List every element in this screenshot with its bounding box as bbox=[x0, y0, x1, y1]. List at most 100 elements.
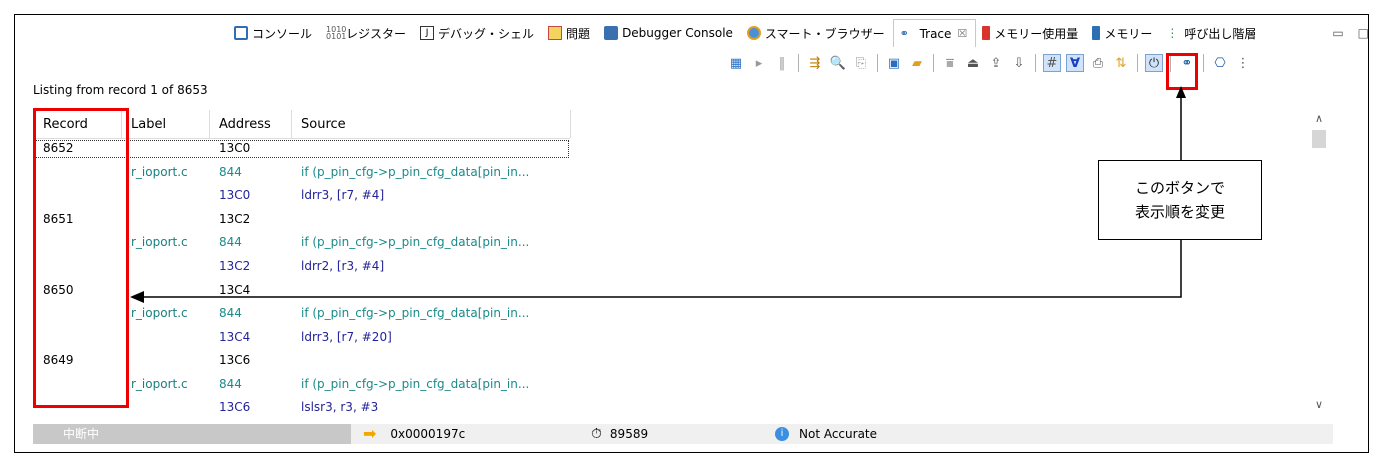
address-cell: 13C6 bbox=[219, 400, 251, 414]
tab-memory-usage[interactable]: メモリー使用量 bbox=[976, 19, 1086, 47]
tab-label: メモリー bbox=[1104, 26, 1153, 41]
trace-table: Record Label Address Source 8652 13C0 r_… bbox=[33, 110, 1333, 425]
maximize-button[interactable]: □ bbox=[1358, 26, 1369, 40]
console-icon bbox=[234, 26, 248, 40]
source-view-icon[interactable]: ⎙ bbox=[1089, 54, 1107, 72]
find-icon[interactable]: 🔍 bbox=[829, 54, 847, 72]
callout-line-2: 表示順を変更 bbox=[1134, 203, 1225, 221]
tab-label: レジスター bbox=[346, 26, 407, 41]
address-cell: 844 bbox=[219, 235, 242, 249]
minimize-button[interactable]: ▭ bbox=[1332, 26, 1343, 40]
source-cell: ldrr3, [r7, #20] bbox=[301, 330, 392, 344]
source-cell: if (p_pin_cfg->p_pin_cfg_data[pin_in... bbox=[301, 377, 530, 391]
window-controls: ▭ □ bbox=[1332, 26, 1369, 40]
open-folder-icon[interactable]: ▰ bbox=[908, 54, 926, 72]
cycle-status: ⏱ 89589 bbox=[591, 424, 648, 444]
scroll-thumb[interactable] bbox=[1312, 130, 1326, 148]
pin-view-icon[interactable]: ⎔ bbox=[1211, 54, 1229, 72]
column-divider[interactable] bbox=[291, 110, 292, 138]
source-cell: if (p_pin_cfg->p_pin_cfg_data[pin_in... bbox=[301, 306, 530, 320]
address-cell: 13C6 bbox=[219, 353, 251, 367]
collapse-icon[interactable]: ⏏ bbox=[964, 54, 982, 72]
label-cell: r_ioport.c bbox=[131, 377, 188, 391]
tab-label: Debugger Console bbox=[622, 26, 733, 40]
tab-console[interactable]: コンソール bbox=[228, 19, 320, 47]
resume-icon[interactable]: ▸ bbox=[750, 54, 768, 72]
toolbar-separator bbox=[933, 54, 934, 72]
source-cell: lslsr3, r3, #3 bbox=[301, 400, 379, 414]
tab-memory[interactable]: メモリー bbox=[1086, 19, 1160, 47]
tab-trace[interactable]: ⚭ Trace ☒ bbox=[892, 19, 977, 47]
tab-label: Trace bbox=[919, 26, 952, 41]
reverse-order-icon[interactable]: ⇅ bbox=[1112, 54, 1130, 72]
column-header-label[interactable]: Label bbox=[131, 110, 166, 138]
callout-box: このボタンで 表示順を変更 bbox=[1098, 160, 1262, 240]
import-icon[interactable]: ⇩ bbox=[1010, 54, 1028, 72]
debug-shell-icon: J bbox=[420, 26, 435, 40]
source-cell: ldrr3, [r7, #4] bbox=[301, 188, 385, 202]
pc-value: 0x0000197c bbox=[390, 427, 466, 441]
address-cell: 844 bbox=[219, 165, 242, 179]
address-cell: 13C0 bbox=[219, 188, 251, 202]
tab-label: コンソール bbox=[252, 26, 313, 41]
toolbar-separator bbox=[1035, 54, 1036, 72]
power-icon[interactable]: ⏻ bbox=[1145, 54, 1163, 72]
accuracy-value: Not Accurate bbox=[799, 427, 878, 441]
tab-label: 問題 bbox=[566, 26, 591, 41]
reverse-order-button-highlight bbox=[1166, 53, 1198, 90]
address-cell: 13C4 bbox=[219, 330, 251, 344]
status-bar: 中断中 ➡ 0x0000197c ⏱ 89589 i Not Accurate bbox=[33, 424, 1333, 444]
tab-register[interactable]: 1010 0101 レジスター bbox=[320, 19, 414, 47]
toolbar-separator bbox=[877, 54, 878, 72]
column-divider[interactable] bbox=[209, 110, 210, 138]
call-hierarchy-icon: ⋮ bbox=[1166, 26, 1179, 40]
tab-problems[interactable]: 問題 bbox=[542, 19, 598, 47]
tab-call-hierarchy[interactable]: ⋮ 呼び出し階層 bbox=[1160, 19, 1264, 47]
export-icon[interactable]: ⇪ bbox=[987, 54, 1005, 72]
label-cell: r_ioport.c bbox=[131, 306, 188, 320]
column-header-address[interactable]: Address bbox=[219, 110, 271, 138]
scroll-down-icon[interactable]: ∨ bbox=[1308, 398, 1330, 414]
tab-label: デバッグ・シェル bbox=[438, 26, 535, 41]
save-icon[interactable]: ▣ bbox=[885, 54, 903, 72]
problems-icon bbox=[548, 26, 563, 40]
info-icon: i bbox=[775, 427, 789, 441]
address-cell: 13C4 bbox=[219, 283, 251, 297]
halt-status: 中断中 bbox=[33, 424, 351, 444]
trace-icon: ⚭ bbox=[899, 26, 909, 40]
accuracy-status: i Not Accurate bbox=[775, 424, 877, 444]
pause-icon[interactable]: ‖ bbox=[773, 54, 791, 72]
address-cell: 844 bbox=[219, 306, 242, 320]
jump-icon[interactable]: ⇶ bbox=[806, 54, 824, 72]
cycle-value: 89589 bbox=[609, 427, 649, 441]
view-menu-icon[interactable]: ⋮ bbox=[1234, 54, 1252, 72]
tab-debug-shell[interactable]: J デバッグ・シェル bbox=[414, 19, 542, 47]
callout-line-1: このボタンで bbox=[1134, 179, 1225, 197]
debugger-console-icon bbox=[604, 26, 619, 40]
register-icon: 1010 0101 bbox=[326, 25, 347, 41]
source-cell: ldrr2, [r3, #4] bbox=[301, 259, 385, 273]
close-icon[interactable]: ☒ bbox=[957, 27, 967, 40]
listing-status-text: Listing from record 1 of 8653 bbox=[33, 83, 208, 97]
toolbar-separator bbox=[798, 54, 799, 72]
tab-debugger-console[interactable]: Debugger Console bbox=[598, 19, 741, 47]
trace-acquire-icon[interactable]: ▦ bbox=[727, 54, 745, 72]
address-cell: 844 bbox=[219, 377, 242, 391]
column-header-source[interactable]: Source bbox=[301, 110, 346, 138]
grid-icon[interactable]: # bbox=[1043, 54, 1061, 72]
tab-label: 呼び出し階層 bbox=[1184, 26, 1257, 41]
record-column-highlight bbox=[33, 108, 129, 408]
toolbar-separator bbox=[1203, 54, 1204, 72]
vertical-scrollbar[interactable]: ∧ ∨ bbox=[1308, 110, 1330, 415]
source-cell: if (p_pin_cfg->p_pin_cfg_data[pin_in... bbox=[301, 235, 530, 249]
filter-icon[interactable]: ⩸ bbox=[941, 54, 959, 72]
column-divider[interactable] bbox=[570, 110, 571, 138]
tab-label: スマート・ブラウザー bbox=[764, 26, 885, 41]
label-cell: r_ioport.c bbox=[131, 165, 188, 179]
mixed-display-icon[interactable]: ∀ bbox=[1066, 54, 1084, 72]
find-next-icon[interactable]: ⎘ bbox=[852, 54, 870, 72]
scroll-up-icon[interactable]: ∧ bbox=[1308, 112, 1330, 128]
address-cell: 13C2 bbox=[219, 212, 251, 226]
pc-status: ➡ 0x0000197c bbox=[363, 424, 465, 444]
tab-smart-browser[interactable]: スマート・ブラウザー bbox=[741, 19, 893, 47]
